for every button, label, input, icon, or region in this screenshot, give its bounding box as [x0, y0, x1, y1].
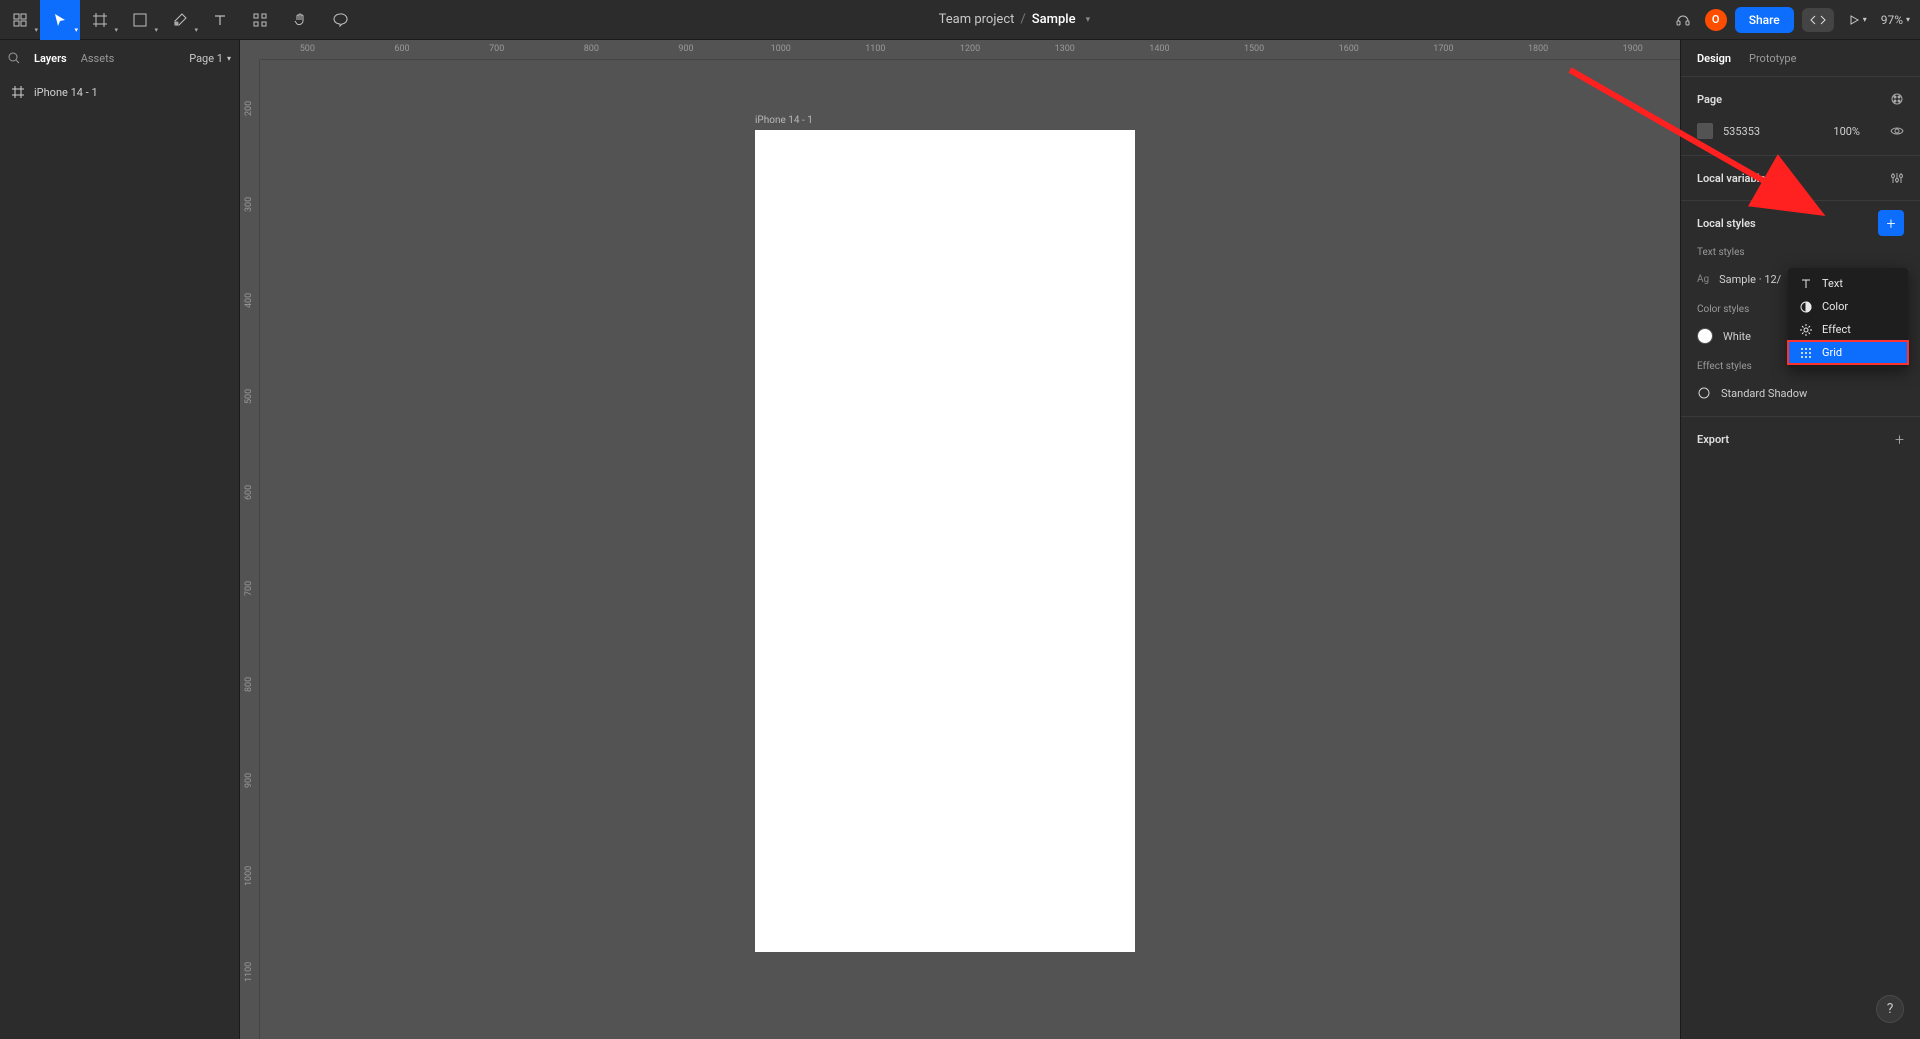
settings-icon[interactable] — [1890, 171, 1904, 185]
audio-chat-button[interactable] — [1669, 0, 1697, 40]
project-name: Team project — [939, 12, 1015, 27]
ruler-horizontal: 5006007008009001000110012001300140015001… — [260, 40, 1680, 60]
avatar[interactable]: O — [1705, 9, 1727, 31]
chevron-down-icon: ▾ — [74, 26, 78, 34]
breadcrumb-separator: / — [1020, 12, 1025, 27]
grid-icon — [1800, 347, 1812, 359]
background-hex[interactable]: 535353 — [1723, 125, 1760, 138]
chevron-down-icon: ▾ — [154, 26, 158, 34]
local-styles-title: Local styles — [1697, 217, 1756, 230]
export-title: Export — [1697, 433, 1729, 446]
chevron-down-icon: ▾ — [1086, 15, 1091, 25]
add-style-menu: Text Color Effect Grid — [1788, 268, 1908, 368]
background-opacity[interactable]: 100% — [1833, 125, 1860, 138]
zoom-level[interactable]: 97% ▾ — [1881, 13, 1910, 27]
text-styles-header: Text styles — [1697, 247, 1904, 258]
text-tool[interactable] — [200, 0, 240, 40]
menu-item-color[interactable]: Color — [1788, 295, 1908, 318]
background-swatch[interactable] — [1697, 123, 1713, 139]
breadcrumb[interactable]: Team project / Sample ▾ — [360, 12, 1669, 27]
page-section-title: Page — [1697, 93, 1722, 106]
main-menu-button[interactable]: ▾ — [0, 0, 40, 40]
chevron-down-icon: ▾ — [194, 26, 198, 34]
effect-style-item[interactable]: Standard Shadow — [1697, 382, 1904, 404]
layer-name: iPhone 14 - 1 — [34, 86, 98, 99]
layer-row[interactable]: iPhone 14 - 1 — [0, 76, 239, 108]
tab-prototype[interactable]: Prototype — [1749, 52, 1796, 65]
dev-mode-button[interactable] — [1802, 8, 1834, 32]
color-icon — [1800, 301, 1812, 313]
pen-tool[interactable]: ▾ — [160, 0, 200, 40]
ruler-vertical: 20030040050060070080090010001100 — [240, 60, 260, 1039]
chevron-down-icon: ▾ — [1863, 15, 1867, 24]
help-button[interactable]: ? — [1876, 995, 1904, 1023]
color-swatch-icon — [1697, 328, 1713, 344]
chevron-down-icon: ▾ — [1906, 15, 1910, 24]
tab-assets[interactable]: Assets — [81, 52, 115, 65]
frame-icon — [12, 86, 24, 98]
chevron-down-icon: ▾ — [114, 26, 118, 34]
hand-tool[interactable] — [280, 0, 320, 40]
canvas-frame[interactable] — [755, 130, 1135, 952]
file-name: Sample — [1032, 12, 1076, 27]
tab-design[interactable]: Design — [1697, 52, 1731, 65]
present-button[interactable]: ▾ — [1842, 14, 1873, 26]
move-tool[interactable]: ▾ — [40, 0, 80, 40]
comment-tool[interactable] — [320, 0, 360, 40]
effect-icon — [1697, 386, 1711, 400]
effect-icon — [1800, 324, 1812, 336]
local-variables-title: Local variables — [1697, 172, 1771, 185]
menu-item-text[interactable]: Text — [1788, 272, 1908, 295]
text-icon — [1800, 278, 1812, 290]
menu-item-effect[interactable]: Effect — [1788, 318, 1908, 341]
add-style-button[interactable]: + — [1878, 210, 1904, 236]
chevron-down-icon: ▾ — [34, 26, 38, 34]
menu-item-grid[interactable]: Grid — [1788, 341, 1908, 364]
shape-tool[interactable]: ▾ — [120, 0, 160, 40]
search-icon[interactable] — [8, 52, 20, 64]
frame-tool[interactable]: ▾ — [80, 0, 120, 40]
canvas[interactable]: 5006007008009001000110012001300140015001… — [240, 40, 1680, 1039]
share-button[interactable]: Share — [1735, 7, 1794, 33]
text-style-icon: Ag — [1697, 274, 1709, 285]
page-selector[interactable]: Page 1 ▾ — [189, 52, 231, 65]
style-icon[interactable] — [1890, 92, 1904, 106]
visibility-icon[interactable] — [1890, 124, 1904, 138]
chevron-down-icon: ▾ — [227, 54, 231, 63]
add-export-button[interactable]: + — [1895, 430, 1904, 449]
frame-label[interactable]: iPhone 14 - 1 — [755, 115, 813, 126]
resources-tool[interactable] — [240, 0, 280, 40]
tab-layers[interactable]: Layers — [34, 52, 67, 65]
